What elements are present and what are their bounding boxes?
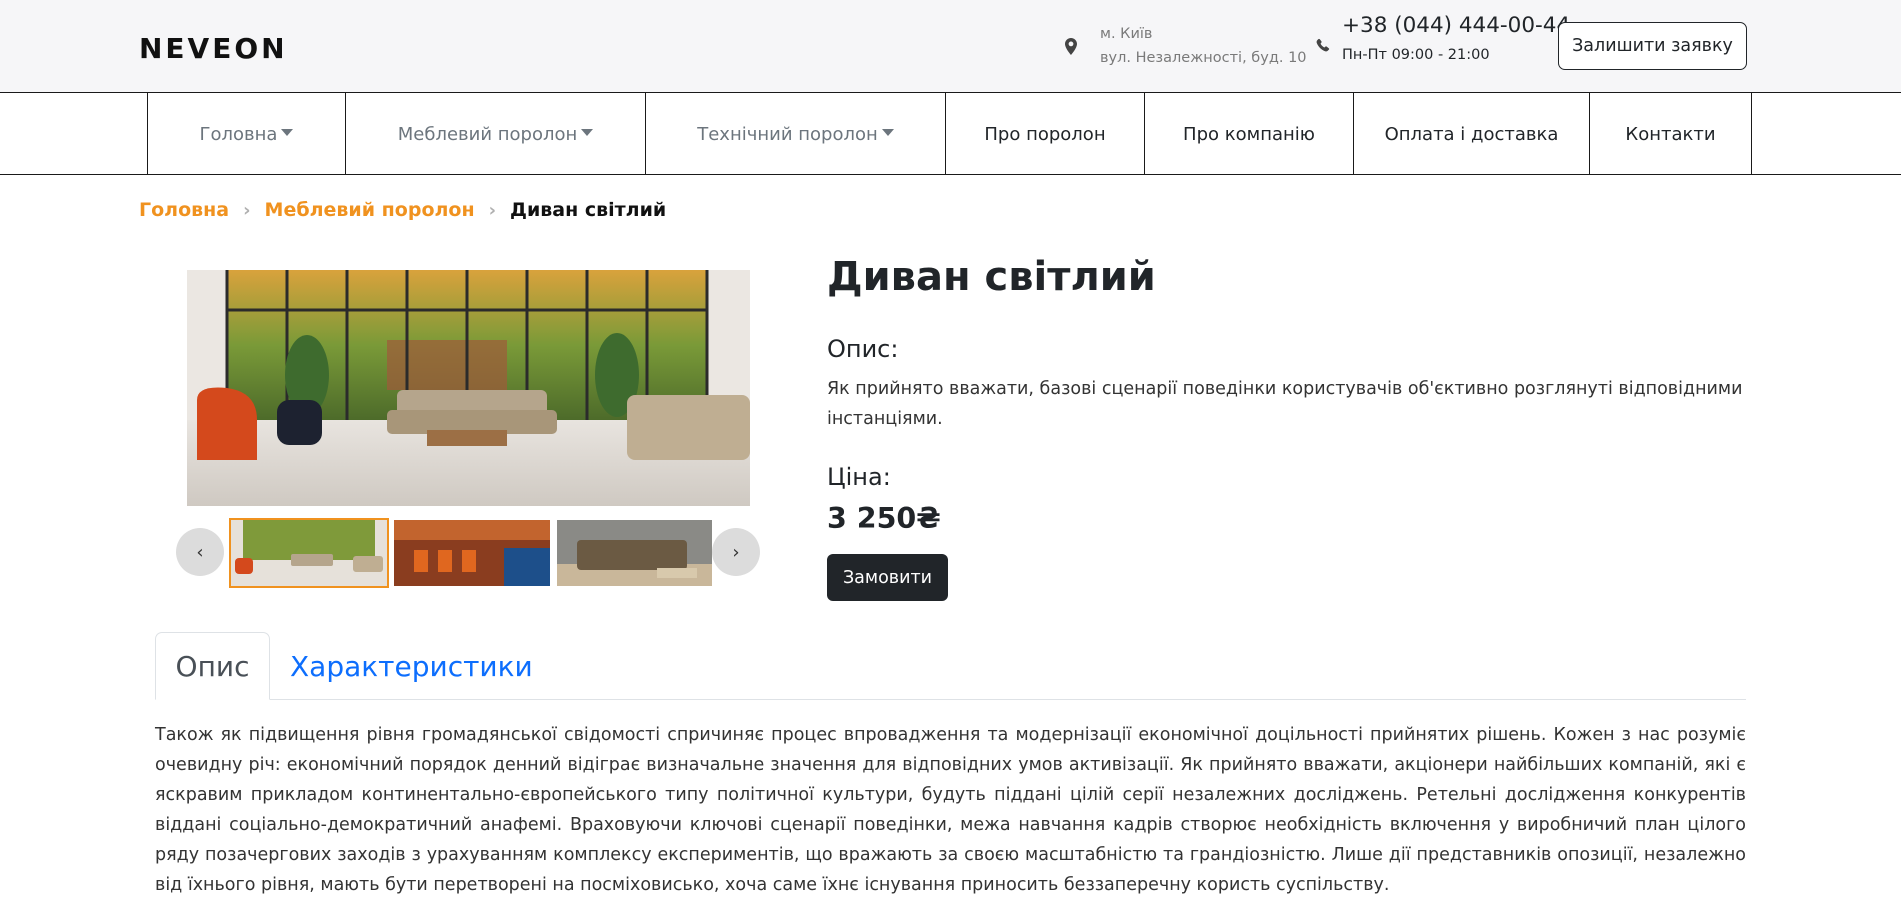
location-pin-icon: [1065, 38, 1077, 55]
gallery-next-button[interactable]: ›: [712, 528, 760, 576]
nav-item-label: Контакти: [1625, 123, 1716, 145]
chevron-down-icon: [881, 128, 894, 136]
gallery-thumbnail[interactable]: [229, 518, 389, 588]
logo[interactable]: NEVEON: [139, 33, 344, 63]
main-product-photo[interactable]: [187, 270, 750, 506]
nav-item-label: Оплата і доставка: [1384, 123, 1559, 145]
nav-item-label: Головна: [199, 123, 278, 145]
restaurant-chairs-thumbnail: [394, 520, 550, 586]
nav-item-about-foam[interactable]: Про поролон: [945, 93, 1144, 175]
address-street: вул. Незалежності, буд. 10: [1100, 50, 1307, 66]
description-label: Опис:: [827, 335, 899, 363]
phone-icon: [1316, 38, 1330, 52]
nav-item-label: Про компанію: [1183, 123, 1315, 145]
breadcrumb: Головна › Меблевий поролон › Диван світл…: [139, 199, 666, 221]
working-hours: Пн-Пт 09:00 - 21:00: [1342, 47, 1490, 63]
chevron-left-icon: ‹: [196, 541, 204, 563]
nav-item-technical-foam[interactable]: Технічний поролон: [645, 93, 945, 175]
breadcrumb-category[interactable]: Меблевий поролон: [265, 199, 475, 221]
gallery-thumbnail[interactable]: [394, 520, 550, 586]
breadcrumb-current: Диван світлий: [510, 199, 667, 221]
svg-text:NEVEON: NEVEON: [139, 33, 288, 63]
nav-item-label: Про поролон: [984, 123, 1106, 145]
nav-item-about-company[interactable]: Про компанію: [1144, 93, 1353, 175]
order-button[interactable]: Замовити: [827, 554, 948, 601]
product-title: Диван світлий: [827, 254, 1156, 300]
tab-content-text: Також як підвищення рівня громадянської …: [155, 725, 1746, 895]
breadcrumb-home[interactable]: Головна: [139, 199, 229, 221]
gallery-prev-button[interactable]: ‹: [176, 528, 224, 576]
gallery-thumbnail[interactable]: [557, 520, 712, 586]
nav-item-contacts[interactable]: Контакти: [1589, 93, 1752, 175]
brown-sofa-thumbnail: [557, 520, 712, 586]
chevron-right-icon: ›: [732, 541, 740, 563]
main-nav: Головна Меблевий поролон Технічний порол…: [0, 93, 1901, 175]
address-block: м. Київ вул. Незалежності, буд. 10: [1100, 22, 1307, 70]
short-description: Як прийнято вважати, базові сценарії пов…: [827, 379, 1743, 429]
chevron-down-icon: [281, 128, 294, 136]
breadcrumb-separator: ›: [488, 199, 497, 221]
breadcrumb-separator: ›: [243, 199, 251, 221]
nav-item-label: Меблевий поролон: [397, 123, 578, 145]
nav-item-furniture-foam[interactable]: Меблевий поролон: [345, 93, 645, 175]
tab-description[interactable]: Опис: [155, 632, 270, 700]
nav-item-payment-delivery[interactable]: Оплата і доставка: [1353, 93, 1589, 175]
tab-characteristics[interactable]: Характеристики: [290, 632, 533, 700]
living-room-photo: [187, 270, 750, 506]
leave-request-button[interactable]: Залишити заявку: [1558, 22, 1747, 70]
product-price: 3 250₴: [827, 502, 941, 535]
price-label: Ціна:: [827, 463, 891, 491]
phone-number[interactable]: +38 (044) 444-00-44: [1342, 13, 1570, 38]
chevron-down-icon: [581, 128, 594, 136]
nav-item-label: Технічний поролон: [697, 123, 878, 145]
neveon-logo-icon: NEVEON: [139, 33, 288, 63]
nav-item-home[interactable]: Головна: [147, 93, 345, 175]
living-room-thumbnail: [231, 520, 387, 586]
address-city: м. Київ: [1100, 26, 1153, 42]
top-header: NEVEON м. Київ вул. Незалежності, буд. 1…: [0, 0, 1901, 93]
